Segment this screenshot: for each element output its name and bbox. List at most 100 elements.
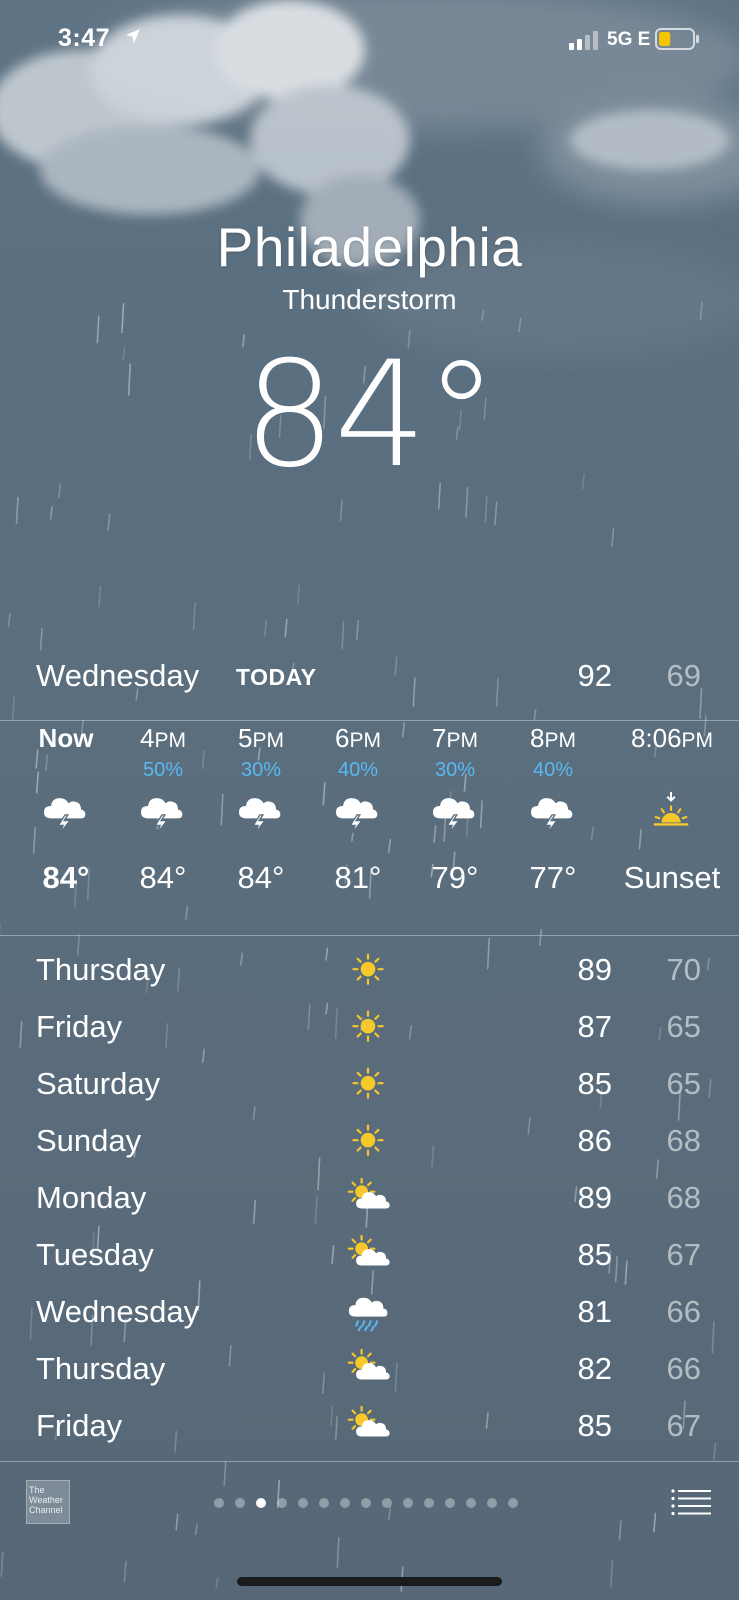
page-dot[interactable]	[466, 1498, 476, 1508]
day-name: Saturday	[36, 1066, 161, 1101]
day-high: 87	[577, 1009, 612, 1044]
status-time: 3:47	[58, 24, 111, 52]
daily-row: Sunday 86 68	[0, 1115, 739, 1172]
page-dot[interactable]	[403, 1498, 413, 1508]
page-dot-active[interactable]	[256, 1498, 266, 1508]
hour-time: 5	[238, 723, 253, 753]
day-low: 67	[666, 1408, 701, 1443]
day-name: Tuesday	[36, 1237, 154, 1272]
today-low: 69	[666, 658, 701, 693]
page-dot[interactable]	[298, 1498, 308, 1508]
day-low: 66	[666, 1294, 701, 1329]
page-dot[interactable]	[235, 1498, 245, 1508]
daily-row: Tuesday 85 67	[0, 1229, 739, 1286]
cellular-signal-icon	[569, 31, 598, 50]
precip-chance	[16, 758, 116, 782]
hourly-item: 8PM 40% 77°	[503, 721, 603, 898]
today-summary: Wednesday TODAY 92 69	[0, 650, 739, 706]
precip-chance	[612, 758, 732, 782]
page-dot[interactable]	[319, 1498, 329, 1508]
hour-label: 6PM	[308, 721, 408, 758]
hourly-forecast[interactable]: Now 84° 4PM 50% 84° 5PM 30% 84° 6PM 40% 81° 7PM 30% 7…	[0, 721, 739, 916]
condition-text: Thunderstorm	[282, 284, 457, 315]
hour-time: Now	[38, 723, 94, 753]
hour-time: 8	[530, 723, 545, 753]
partly-cloudy-icon	[347, 1178, 390, 1209]
city-list-icon[interactable]	[671, 1488, 711, 1516]
partly-cloudy-icon	[347, 1406, 390, 1437]
hour-time: 6	[335, 723, 350, 753]
daily-row: Saturday 85 65	[0, 1058, 739, 1115]
precip-chance: 40%	[532, 759, 574, 781]
day-name: Friday	[36, 1009, 123, 1044]
day-high: 82	[577, 1351, 612, 1386]
day-name: Monday	[36, 1180, 147, 1215]
thunderstorm-icon	[433, 798, 475, 834]
sun-icon	[352, 1124, 384, 1156]
page-dot[interactable]	[445, 1498, 455, 1508]
day-low: 65	[666, 1066, 701, 1101]
day-low: 70	[666, 952, 701, 987]
page-dot[interactable]	[508, 1498, 518, 1508]
thunderstorm-icon	[44, 798, 86, 834]
page-dot[interactable]	[361, 1498, 371, 1508]
hour-temperature: 84°	[42, 860, 90, 895]
rain-icon	[348, 1297, 388, 1332]
status-bar: 3:47 5G E	[0, 0, 739, 80]
hour-temperature: 84°	[237, 860, 285, 895]
precip-chance: 50%	[142, 759, 184, 781]
day-high: 85	[577, 1237, 612, 1272]
page-dot[interactable]	[340, 1498, 350, 1508]
hour-temperature: 79°	[431, 860, 479, 895]
weather-app: 3:47 5G E Philadelphia Thunderstorm 84° …	[0, 0, 739, 1600]
precip-chance: 40%	[337, 759, 379, 781]
weather-channel-logo[interactable]: The Weather Channel	[26, 1480, 70, 1524]
daily-row: Wednesday 81 66	[0, 1286, 739, 1343]
hour-ampm: PM	[252, 729, 284, 752]
day-low: 65	[666, 1009, 701, 1044]
day-name: Thursday	[36, 952, 166, 987]
hour-ampm: PM	[349, 729, 381, 752]
hour-time: 4	[140, 723, 155, 753]
location-arrow-icon	[126, 29, 140, 43]
thunderstorm-icon	[239, 798, 281, 834]
day-low: 68	[666, 1123, 701, 1158]
day-low: 66	[666, 1351, 701, 1386]
hour-temperature: 77°	[529, 860, 577, 895]
hour-label: 4PM	[113, 721, 213, 758]
page-dot[interactable]	[382, 1498, 392, 1508]
hour-temperature: 84°	[139, 860, 187, 895]
precip-chance: 30%	[240, 759, 282, 781]
day-name: Thursday	[36, 1351, 166, 1386]
page-dot[interactable]	[214, 1498, 224, 1508]
page-dot[interactable]	[487, 1498, 497, 1508]
divider	[0, 935, 739, 936]
home-indicator[interactable]	[237, 1577, 502, 1586]
hour-ampm: PM	[544, 729, 576, 752]
precip-chance: 30%	[434, 759, 476, 781]
hour-label: 5PM	[211, 721, 311, 758]
today-high: 92	[577, 658, 612, 693]
day-high: 89	[577, 952, 612, 987]
hour-temperature: Sunset	[623, 860, 721, 895]
sun-icon	[352, 953, 384, 985]
hour-label: 8PM	[503, 721, 603, 758]
thunderstorm-icon	[141, 798, 183, 834]
hourly-item: Now 84°	[16, 721, 116, 898]
partly-cloudy-icon	[347, 1235, 390, 1266]
daily-row: Thursday 89 70	[0, 944, 739, 1001]
hourly-item: 6PM 40% 81°	[308, 721, 408, 898]
day-high: 89	[577, 1180, 612, 1215]
daily-row: Thursday 82 66	[0, 1343, 739, 1400]
day-name: Friday	[36, 1408, 123, 1443]
page-dot[interactable]	[277, 1498, 287, 1508]
daily-forecast[interactable]: Thursday 89 70 Friday 87 65 Saturday 85 65 Sunday…	[0, 944, 739, 1457]
today-day: Wednesday	[36, 658, 200, 693]
day-high: 85	[577, 1066, 612, 1101]
page-indicator[interactable]	[214, 1498, 518, 1510]
page-dot[interactable]	[424, 1498, 434, 1508]
day-low: 68	[666, 1180, 701, 1215]
sun-icon	[352, 1067, 384, 1099]
day-high: 86	[577, 1123, 612, 1158]
thunderstorm-icon	[336, 798, 378, 834]
